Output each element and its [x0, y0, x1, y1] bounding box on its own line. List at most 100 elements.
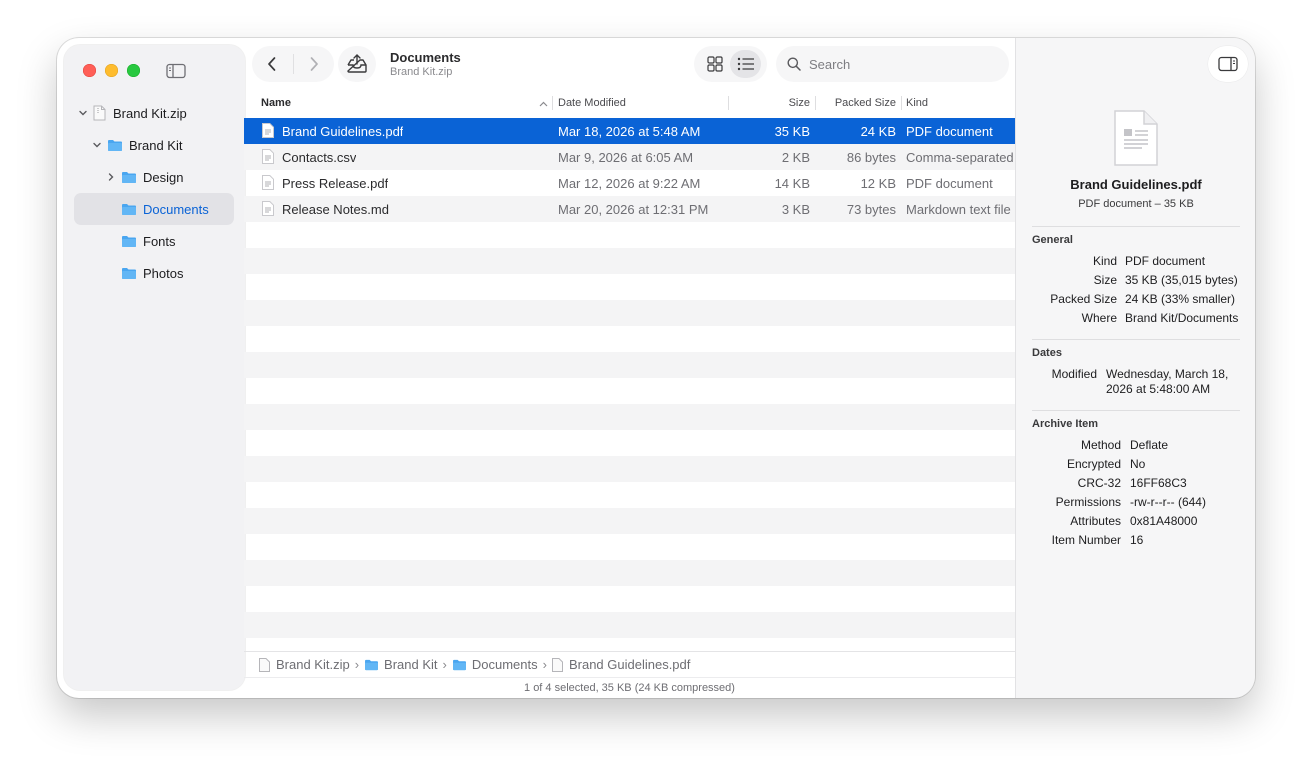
sidebar-item-label: Brand Kit.zip — [113, 105, 187, 121]
path-separator: › — [442, 657, 447, 672]
chevron-left-icon — [268, 57, 276, 71]
table-row[interactable]: Brand Guidelines.pdf Mar 18, 2026 at 5:4… — [244, 118, 1015, 144]
cell-size: 14 KB — [774, 176, 810, 191]
table-header: Name Date Modified Size Packed Size Kind — [244, 93, 1015, 115]
folder-icon — [108, 139, 122, 151]
empty-row — [244, 404, 1015, 430]
inspector-file-summary: PDF document – 35 KB — [1078, 198, 1194, 210]
info-key: CRC-32 — [1077, 476, 1121, 490]
empty-row — [244, 352, 1015, 378]
empty-row — [244, 508, 1015, 534]
sidebar-item-photos[interactable]: Photos — [74, 257, 234, 289]
forward-button[interactable] — [293, 46, 334, 82]
pdf-file-icon — [262, 123, 274, 138]
cell-kind: PDF document — [906, 176, 993, 191]
info-key: Packed Size — [1050, 292, 1117, 306]
info-value: Deflate — [1130, 438, 1169, 452]
path-crumb-label: Brand Kit.zip — [276, 657, 350, 672]
sidebar-item-fonts[interactable]: Fonts — [74, 225, 234, 257]
title-subtitle: Brand Kit.zip — [390, 66, 453, 78]
grid-view-button[interactable] — [699, 50, 730, 78]
folder-icon — [122, 203, 136, 215]
info-key: Item Number — [1051, 533, 1121, 547]
empty-row — [244, 326, 1015, 352]
sidebar-toggle-icon[interactable] — [166, 63, 186, 79]
close-button[interactable] — [83, 64, 96, 77]
column-header-size[interactable]: Size — [734, 97, 810, 109]
window-title: Documents Brand Kit.zip — [390, 50, 461, 78]
cell-packed-size: 73 bytes — [846, 202, 896, 217]
cell-size: 35 KB — [774, 124, 810, 139]
inspector-toggle-button[interactable] — [1208, 46, 1248, 82]
cell-packed-size: 12 KB — [860, 176, 896, 191]
info-value: 35 KB (35,015 bytes) — [1125, 273, 1238, 287]
extract-button[interactable] — [338, 46, 376, 82]
chevron-down-icon[interactable] — [91, 139, 103, 151]
column-divider[interactable] — [728, 96, 729, 110]
cell-size: 2 KB — [781, 150, 810, 165]
folder-icon — [122, 267, 136, 279]
table-row[interactable]: Contacts.csv Mar 9, 2026 at 6:05 AM 2 KB… — [244, 144, 1015, 170]
info-value: 0x81A48000 — [1130, 514, 1198, 528]
info-key: Encrypted — [1066, 457, 1121, 471]
cell-packed-size: 86 bytes — [846, 150, 896, 165]
chevron-right-icon[interactable] — [105, 171, 117, 183]
folder-icon — [365, 659, 379, 670]
column-header-packed-size[interactable]: Packed Size — [820, 97, 896, 109]
column-header-kind[interactable]: Kind — [906, 97, 928, 109]
folder-icon — [122, 171, 136, 183]
table-row[interactable]: Release Notes.md Mar 20, 2026 at 12:31 P… — [244, 196, 1015, 222]
column-divider[interactable] — [552, 96, 553, 110]
pdf-file-icon — [551, 657, 563, 672]
sidebar: Brand Kit.zip Brand Kit Design Documents… — [64, 45, 245, 690]
search-field[interactable] — [776, 46, 1009, 82]
path-bar: Brand Kit.zip › Brand Kit › Documents › … — [244, 651, 1015, 677]
navigation-group — [252, 46, 334, 82]
empty-row — [244, 612, 1015, 638]
empty-row — [244, 534, 1015, 560]
divider — [1032, 339, 1240, 340]
list-view-button[interactable] — [730, 50, 761, 78]
zoom-button[interactable] — [127, 64, 140, 77]
empty-row — [244, 378, 1015, 404]
list-icon — [737, 57, 754, 71]
chevron-down-icon[interactable] — [77, 107, 89, 119]
path-separator: › — [542, 657, 547, 672]
cell-date: Mar 9, 2026 at 6:05 AM — [558, 150, 694, 165]
cell-kind: PDF document — [906, 124, 993, 139]
cell-date: Mar 20, 2026 at 12:31 PM — [558, 202, 709, 217]
column-divider[interactable] — [815, 96, 816, 110]
back-button[interactable] — [252, 46, 293, 82]
search-input[interactable] — [809, 56, 989, 72]
sidebar-item-brand-kit[interactable]: Brand Kit — [74, 129, 234, 161]
pdf-file-icon — [262, 175, 274, 190]
zip-file-icon — [93, 105, 106, 121]
column-header-name[interactable]: Name — [261, 97, 291, 109]
info-value: -rw-r--r-- (644) — [1130, 495, 1206, 509]
section-title-general: General — [1032, 234, 1073, 246]
archive-window: Brand Kit.zip Brand Kit Design Documents… — [57, 38, 1255, 698]
path-crumb-brand-kit[interactable]: Brand Kit — [364, 657, 438, 672]
folder-icon — [452, 659, 466, 670]
sidebar-item-brand-kit-zip[interactable]: Brand Kit.zip — [74, 97, 234, 129]
sort-ascending-icon[interactable] — [539, 101, 548, 107]
empty-row — [244, 560, 1015, 586]
column-header-date[interactable]: Date Modified — [558, 97, 626, 109]
column-divider[interactable] — [901, 96, 902, 110]
cell-name: Press Release.pdf — [282, 176, 389, 191]
sidebar-item-design[interactable]: Design — [74, 161, 234, 193]
csv-file-icon — [262, 149, 274, 164]
info-value: No — [1130, 457, 1146, 471]
minimize-button[interactable] — [105, 64, 118, 77]
empty-row — [244, 248, 1015, 274]
path-crumb-file[interactable]: Brand Guidelines.pdf — [551, 657, 690, 672]
sidebar-item-documents[interactable]: Documents — [74, 193, 234, 225]
empty-row — [244, 300, 1015, 326]
cell-date: Mar 18, 2026 at 5:48 AM — [558, 124, 701, 139]
view-mode-group — [694, 46, 767, 82]
path-crumb-archive[interactable]: Brand Kit.zip — [259, 657, 350, 672]
sidebar-item-label: Fonts — [143, 233, 176, 249]
info-value: 16 — [1130, 533, 1144, 547]
table-row[interactable]: Press Release.pdf Mar 12, 2026 at 9:22 A… — [244, 170, 1015, 196]
path-crumb-documents[interactable]: Documents — [452, 657, 538, 672]
